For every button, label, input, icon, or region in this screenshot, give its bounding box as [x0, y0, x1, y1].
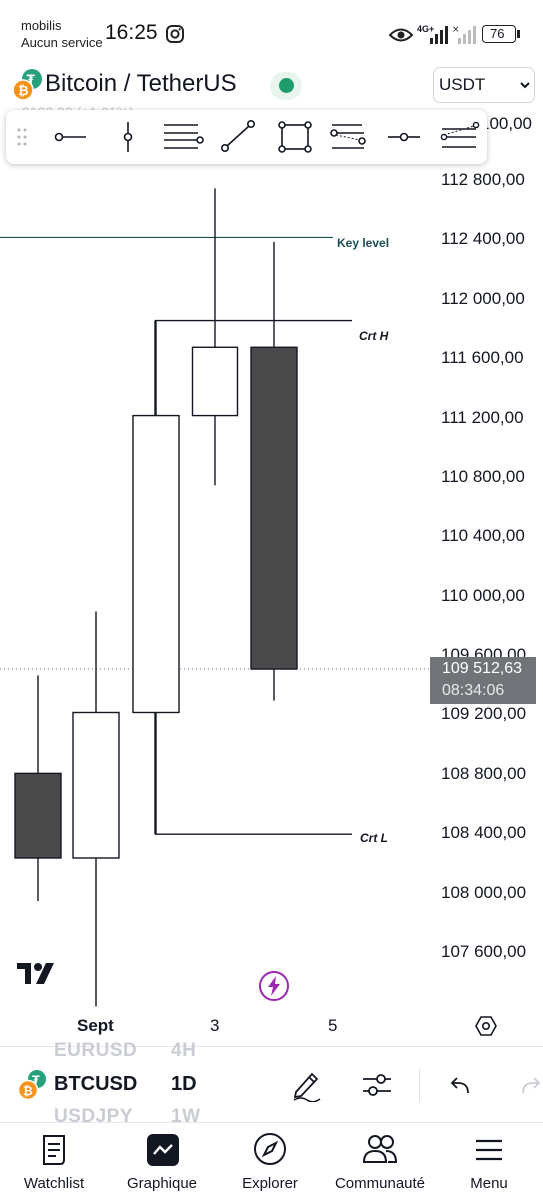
price-tick-label: 110 800,00 — [441, 466, 525, 486]
chart-icon — [147, 1134, 179, 1166]
fib-extension-icon[interactable] — [328, 120, 370, 154]
crt-high-label[interactable]: Crt H — [359, 329, 388, 343]
compass-icon — [254, 1133, 286, 1165]
candle-body — [250, 346, 298, 670]
drawing-toolbar — [6, 110, 487, 164]
nav-watchlist[interactable]: Watchlist — [0, 1128, 108, 1196]
chevron-down-icon — [520, 82, 530, 89]
price-tick-label: 111 200,00 — [441, 407, 524, 427]
nav-label: Communauté — [334, 1175, 426, 1192]
price-tick-label: 112 400,00 — [441, 229, 525, 249]
status-bar: mobilis Aucun service 16:25 4G+ × 76 — [0, 0, 543, 62]
price-tick-label: 108 000,00 — [441, 882, 527, 902]
svg-text:×: × — [452, 25, 460, 35]
time-label-5: 5 — [328, 1016, 338, 1035]
nav-communaute[interactable]: Communauté — [324, 1128, 436, 1196]
price-tick-partial: 100,00 — [480, 114, 532, 133]
crt-low-label[interactable]: Crt L — [360, 831, 388, 845]
market-open-dot — [279, 78, 294, 93]
rectangle-icon[interactable] — [276, 119, 314, 155]
pencil-icon[interactable] — [291, 1068, 323, 1102]
price-tick-label: 107 600,00 — [441, 942, 527, 961]
candle-body — [14, 772, 62, 859]
no-signal-icon: × — [452, 25, 476, 44]
svg-text:₿: ₿ — [18, 84, 29, 99]
nav-menu[interactable]: Menu — [435, 1128, 543, 1196]
eye-icon — [389, 28, 413, 42]
toolbar-divider — [419, 1068, 420, 1102]
bitcoin-tether-icon: ₮ ₿ — [17, 1070, 46, 1101]
battery-tip — [517, 30, 520, 38]
currency-value: USDT — [439, 75, 486, 94]
candle-body — [132, 414, 180, 714]
svg-text:₿: ₿ — [23, 1084, 33, 1098]
vertical-line-icon[interactable] — [110, 120, 146, 154]
drag-handle-icon[interactable] — [16, 127, 28, 147]
clock: 16:25 — [105, 21, 158, 44]
candle-body — [191, 346, 239, 417]
nav-graphique[interactable]: Graphique — [108, 1128, 216, 1196]
bitcoin-tether-icon: ₮ ₿ — [12, 69, 42, 101]
nav-label: Explorer — [242, 1175, 298, 1192]
parallel-channel-icon[interactable] — [438, 119, 480, 155]
symbol-title[interactable]: Bitcoin / TetherUS — [45, 70, 237, 98]
battery-level: 76 — [490, 26, 505, 41]
instagram-icon — [166, 25, 184, 43]
undo-icon[interactable] — [447, 1072, 473, 1098]
nav-label: Menu — [470, 1175, 508, 1192]
current-symbol[interactable]: BTCUSD — [54, 1073, 137, 1096]
nav-explorer[interactable]: Explorer — [216, 1128, 324, 1196]
prev-symbol[interactable]: EURUSD — [54, 1040, 137, 1062]
lightning-icon[interactable] — [258, 970, 290, 1002]
candle-body — [72, 711, 120, 859]
nav-label: Watchlist — [23, 1175, 85, 1192]
price-tick-label: 108 400,00 — [441, 823, 527, 843]
fib-levels-icon[interactable] — [160, 120, 206, 154]
candle-countdown: 08:34:06 — [442, 682, 505, 699]
horizontal-line-icon[interactable] — [386, 122, 422, 152]
carrier-name: mobilis — [21, 18, 62, 33]
horizontal-ray-icon[interactable] — [50, 122, 90, 152]
list-icon — [43, 1135, 65, 1165]
indicators-sliders-icon[interactable] — [360, 1070, 394, 1100]
key-level-label[interactable]: Key level — [337, 236, 389, 250]
price-tick-label: 110 400,00 — [441, 526, 525, 546]
prev-interval[interactable]: 4H — [171, 1040, 196, 1062]
settings-hexagon-icon[interactable] — [474, 1014, 498, 1038]
price-tick-label: 112 000,00 — [441, 288, 525, 308]
time-label-3: 3 — [210, 1016, 220, 1035]
people-icon — [362, 1135, 398, 1163]
current-price-value: 109 512,63 — [442, 660, 523, 677]
price-tick-label: 108 800,00 — [441, 763, 527, 783]
tradingview-logo[interactable] — [16, 962, 64, 986]
price-tick-label: 109 200,00 — [441, 704, 527, 724]
menu-icon — [476, 1139, 502, 1161]
price-tick-label: 111 600,00 — [441, 348, 524, 368]
service-status: Aucun service — [21, 35, 103, 50]
signal-icon — [430, 26, 448, 44]
price-tick-label: 112 800,00 — [441, 170, 525, 189]
price-tick-label: 110 000,00 — [441, 585, 525, 605]
time-label-sept: Sept — [77, 1016, 114, 1035]
nav-label: Graphique — [126, 1175, 198, 1192]
trend-line-icon[interactable] — [218, 119, 258, 155]
redo-icon[interactable] — [520, 1072, 542, 1098]
current-interval[interactable]: 1D — [171, 1073, 197, 1096]
